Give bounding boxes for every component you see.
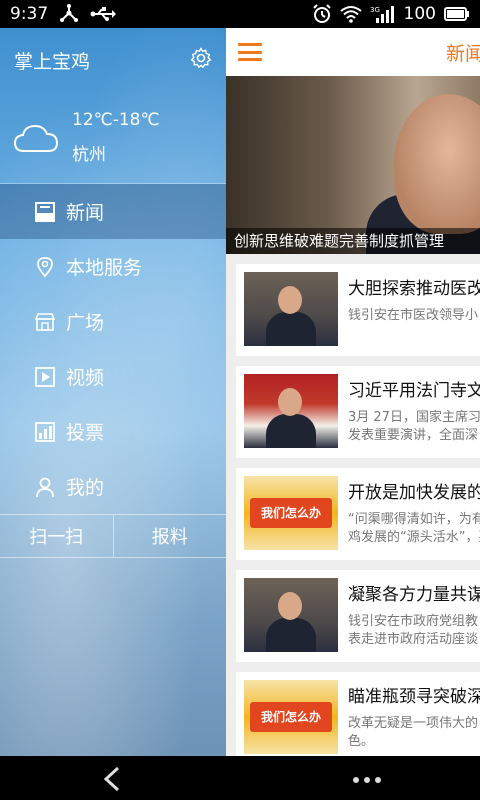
news-summary-line: 色。 (348, 734, 375, 749)
news-title: 开放是加快发展的 (348, 483, 480, 503)
usb-tether-icon (58, 4, 80, 24)
hamburger-menu-icon[interactable] (238, 43, 262, 61)
news-item[interactable]: 我们怎么办 瞄准瓶颈寻突破深 改革无疑是一项伟大的 色。 (236, 672, 480, 756)
system-navigation-bar (0, 756, 480, 800)
clock: 9:37 (10, 4, 49, 24)
menu-item-local-services[interactable]: 本地服务 (0, 239, 226, 294)
hero-image (394, 94, 480, 234)
news-item[interactable]: 我们怎么办 开放是加快发展的 “问渠哪得清如许，为有 鸡发展的“源头活水”，要 (236, 468, 480, 560)
news-summary-line: 发表重要演讲，全面深 (348, 428, 479, 443)
weather-temperature: 12℃-18℃ (72, 110, 160, 130)
cloud-icon (13, 123, 59, 153)
news-summary-line: 表走进市政府活动座谈 (348, 632, 479, 647)
svg-text:3G: 3G (370, 6, 380, 14)
drawer-button-row: 扫一扫 报料 (0, 514, 226, 558)
navigation-drawer: 掌上宝鸡 12℃-18℃ 杭州 新闻 本地服务 广场 视频 投票 我的 扫一扫 … (0, 28, 226, 756)
menu-item-plaza[interactable]: 广场 (0, 294, 226, 349)
drawer-header: 掌上宝鸡 (0, 28, 226, 92)
hero-caption: 创新思维破难题完善制度抓管理 (226, 228, 480, 254)
location-icon (34, 256, 56, 278)
news-summary-line: 改革无疑是一项伟大的 (348, 716, 479, 731)
news-title: 大胆探索推动医改 (348, 279, 480, 299)
thumbnail-banner-text: 我们怎么办 (250, 498, 332, 528)
news-summary-line: 钱引安在市政府党组教 (348, 614, 479, 629)
user-icon (34, 476, 56, 498)
status-bar: 9:37 3G 100 (0, 0, 480, 28)
news-summary-line: “问渠哪得清如许，为有 (348, 512, 480, 527)
menu-item-label: 广场 (66, 312, 105, 334)
news-item[interactable]: 大胆探索推动医改 钱引安在市医改领导小 (236, 264, 480, 356)
weather-city: 杭州 (72, 145, 106, 165)
news-thumbnail (244, 374, 338, 448)
store-icon (34, 311, 56, 333)
report-button[interactable]: 报料 (112, 515, 227, 557)
top-bar: 新闻 (226, 28, 480, 76)
news-title: 习近平用法门寺文 (348, 381, 480, 401)
news-title: 瞄准瓶颈寻突破深 (348, 687, 480, 707)
app-title: 掌上宝鸡 (14, 50, 91, 73)
menu-item-vote[interactable]: 投票 (0, 404, 226, 459)
news-summary-line: 鸡发展的“源头活水”，要 (348, 530, 480, 545)
drawer-menu: 新闻 本地服务 广场 视频 投票 我的 (0, 184, 226, 514)
menu-item-news[interactable]: 新闻 (0, 184, 226, 239)
battery-icon (444, 7, 470, 21)
news-icon (34, 201, 56, 223)
usb-icon (90, 6, 117, 22)
menu-item-label: 我的 (66, 477, 105, 499)
news-summary-line: 3月 27日，国家主席习 (348, 410, 480, 425)
news-thumbnail (244, 578, 338, 652)
menu-item-label: 本地服务 (66, 257, 143, 279)
scan-button[interactable]: 扫一扫 (0, 515, 113, 557)
menu-item-label: 视频 (66, 367, 105, 389)
news-thumbnail: 我们怎么办 (244, 680, 338, 754)
news-thumbnail: 我们怎么办 (244, 476, 338, 550)
thumbnail-banner-text: 我们怎么办 (250, 702, 332, 732)
back-icon[interactable] (102, 766, 122, 796)
chart-icon (34, 421, 56, 443)
menu-item-label: 新闻 (66, 202, 105, 224)
news-list: 大胆探索推动医改 钱引安在市医改领导小 习近平用法门寺文 3月 27日，国家主席… (226, 254, 480, 756)
menu-item-label: 投票 (66, 422, 105, 444)
battery-level: 100 (403, 4, 436, 24)
gear-icon[interactable] (190, 46, 212, 74)
news-item[interactable]: 凝聚各方力量共谋 钱引安在市政府党组教 表走进市政府活动座谈 (236, 570, 480, 662)
menu-item-video[interactable]: 视频 (0, 349, 226, 404)
menu-item-mine[interactable]: 我的 (0, 459, 226, 514)
hero-banner[interactable]: 创新思维破难题完善制度抓管理 (226, 76, 480, 254)
video-icon (34, 366, 56, 388)
alarm-icon (312, 4, 332, 24)
page-title: 新闻 (446, 42, 480, 65)
more-options-icon[interactable] (352, 770, 382, 789)
wifi-icon (339, 5, 362, 23)
signal-3g-icon: 3G (370, 4, 396, 24)
news-summary-line: 钱引安在市医改领导小 (348, 308, 479, 323)
news-item[interactable]: 习近平用法门寺文 3月 27日，国家主席习 发表重要演讲，全面深 (236, 366, 480, 458)
news-title: 凝聚各方力量共谋 (348, 585, 480, 605)
news-thumbnail (244, 272, 338, 346)
weather-widget[interactable]: 12℃-18℃ 杭州 (0, 92, 226, 184)
main-content: 新闻 创新思维破难题完善制度抓管理 大胆探索推动医改 钱引安在市医改领导小 习近… (226, 28, 480, 756)
